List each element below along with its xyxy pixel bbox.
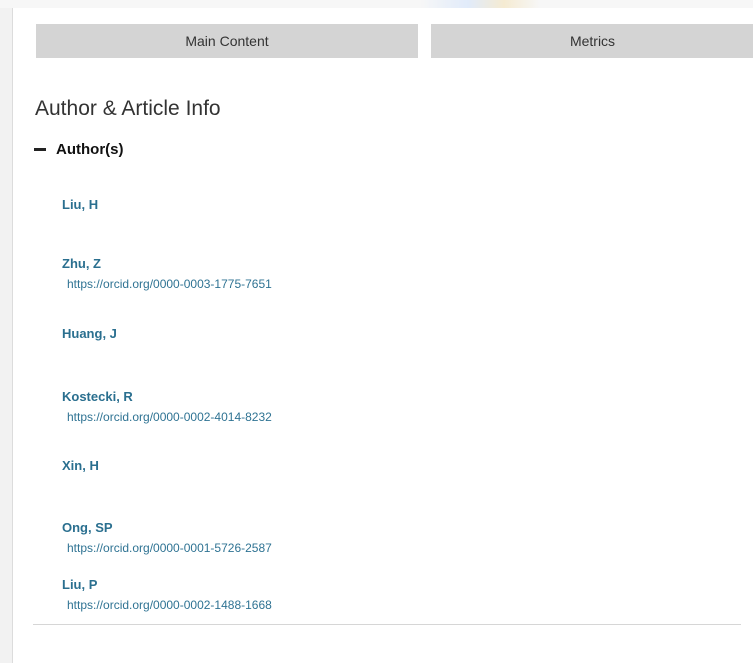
author-name-link[interactable]: Huang, J [62, 326, 117, 342]
authors-toggle-label: Author(s) [56, 141, 124, 158]
tab-main-content-label: Main Content [185, 33, 269, 49]
section-title: Author & Article Info [35, 97, 221, 120]
minus-icon [34, 148, 46, 151]
author-orcid-link[interactable]: https://orcid.org/0000-0003-1775-7651 [67, 277, 272, 291]
tab-main-content[interactable]: Main Content [36, 24, 418, 58]
section-divider [33, 624, 741, 625]
author-name-link[interactable]: Ong, SP [62, 520, 272, 536]
tab-metrics-label: Metrics [569, 33, 616, 49]
author-name-link[interactable]: Liu, H [62, 197, 98, 213]
author-entry: Liu, P https://orcid.org/0000-0002-1488-… [62, 577, 272, 612]
author-name-link[interactable]: Liu, P [62, 577, 272, 593]
top-strip-tint [420, 0, 540, 8]
author-orcid-link[interactable]: https://orcid.org/0000-0002-4014-8232 [67, 410, 272, 424]
author-entry: Liu, H [62, 197, 98, 213]
content-panel: Main Content Metrics Author & Article In… [12, 8, 753, 663]
tab-metrics[interactable]: Metrics [431, 24, 753, 58]
author-entry: Zhu, Z https://orcid.org/0000-0003-1775-… [62, 256, 272, 291]
author-entry: Ong, SP https://orcid.org/0000-0001-5726… [62, 520, 272, 555]
tab-bar: Main Content Metrics [36, 24, 753, 58]
author-entry: Xin, H [62, 458, 99, 474]
author-orcid-link[interactable]: https://orcid.org/0000-0001-5726-2587 [67, 541, 272, 555]
author-name-link[interactable]: Kostecki, R [62, 389, 272, 405]
author-entry: Huang, J [62, 326, 117, 342]
author-name-link[interactable]: Xin, H [62, 458, 99, 474]
author-entry: Kostecki, R https://orcid.org/0000-0002-… [62, 389, 272, 424]
author-orcid-link[interactable]: https://orcid.org/0000-0002-1488-1668 [67, 598, 272, 612]
author-name-link[interactable]: Zhu, Z [62, 256, 272, 272]
authors-collapse-toggle[interactable]: Author(s) [34, 141, 124, 158]
top-strip [0, 0, 753, 8]
